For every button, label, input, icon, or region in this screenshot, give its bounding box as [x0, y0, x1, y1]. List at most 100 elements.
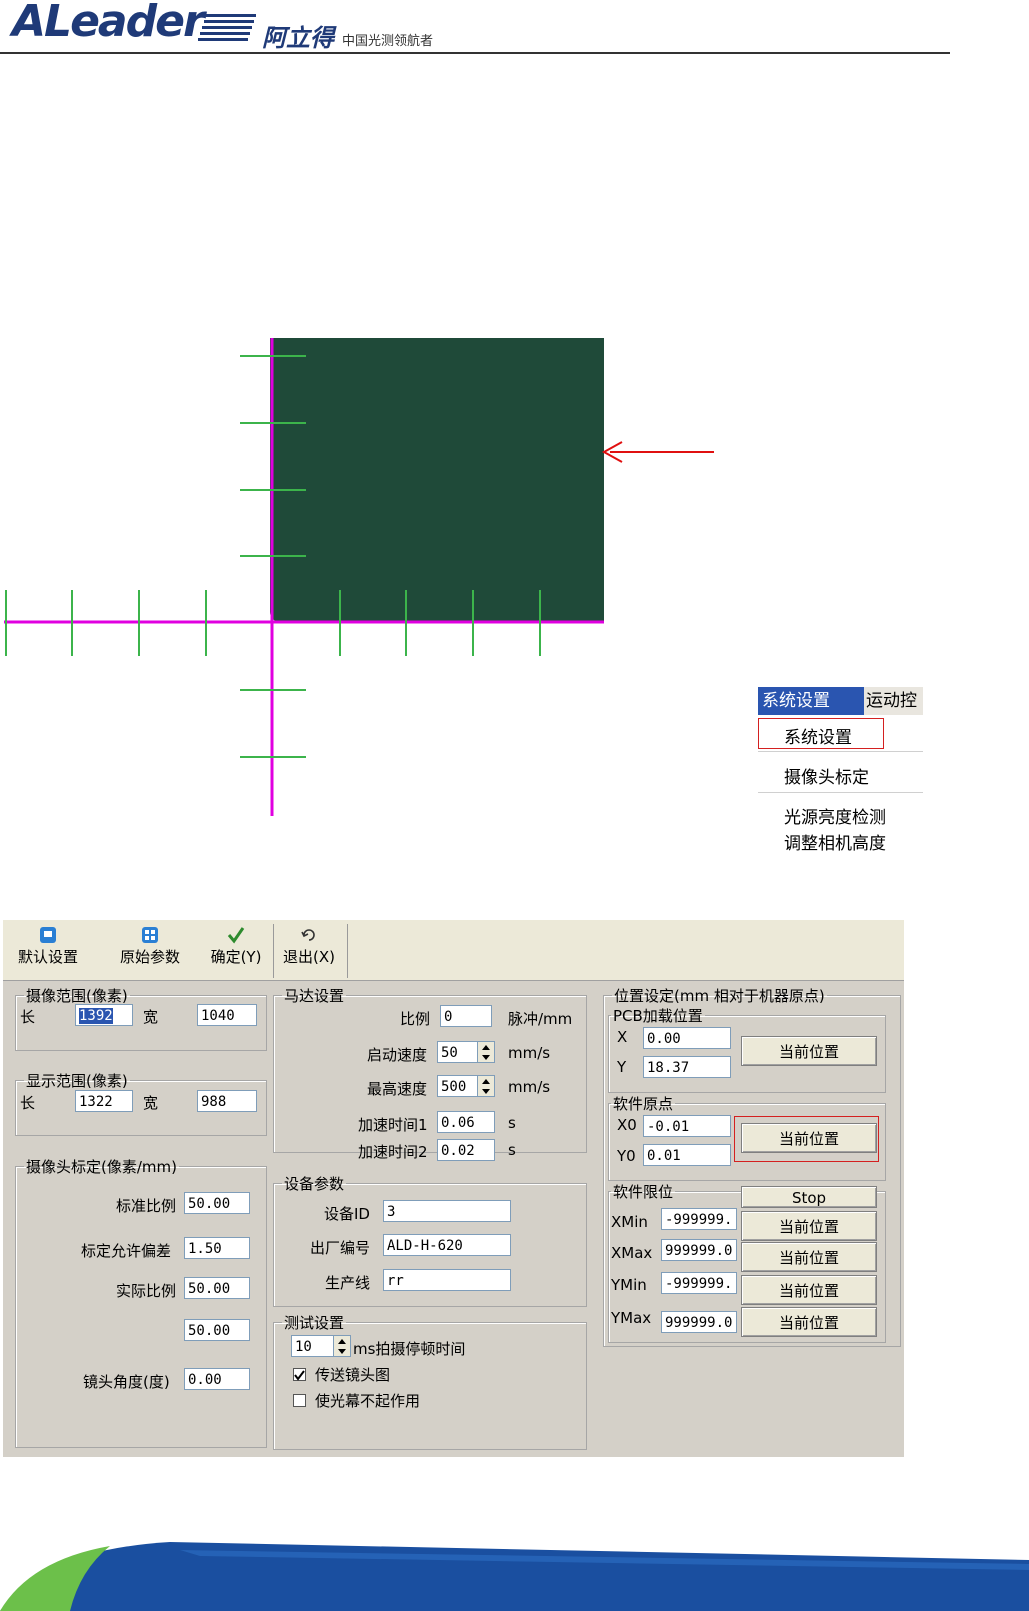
origin-y0-input[interactable]: 0.01	[643, 1144, 731, 1166]
device-title: 设备参数	[284, 1175, 345, 1193]
exit-button[interactable]: 退出(X)	[279, 926, 339, 967]
display-length-label: 长	[20, 1094, 36, 1112]
menu-system-settings[interactable]: 系统设置	[758, 687, 864, 715]
display-length-input[interactable]: 1322	[75, 1090, 133, 1112]
standard-ratio-input[interactable]: 50.00	[184, 1192, 250, 1214]
spin-arrows-icon[interactable]	[333, 1336, 350, 1356]
origin-x0-input[interactable]: -0.01	[643, 1115, 731, 1137]
default-settings-label: 默认设置	[17, 948, 78, 966]
accel1-input[interactable]: 0.06	[437, 1111, 495, 1133]
confirm-label: 确定(Y)	[210, 948, 262, 966]
logo-chinese: 阿立得	[262, 24, 334, 52]
camera-width-input[interactable]: 1040	[197, 1004, 257, 1026]
test-title: 测试设置	[284, 1314, 345, 1332]
start-speed-unit: mm/s	[508, 1044, 551, 1062]
confirm-button[interactable]: 确定(Y)	[206, 926, 266, 967]
accel2-input[interactable]: 0.02	[437, 1139, 495, 1161]
software-limits-title: 软件限位	[613, 1183, 674, 1201]
toolbar-separator	[347, 924, 348, 978]
serial-input[interactable]: ALD-H-620	[383, 1234, 511, 1256]
settings-dialog: 默认设置 原始参数 确定(Y) 退出(X) 摄像范围(像素) 长 1392 宽 …	[3, 920, 904, 1457]
menu-separator	[758, 792, 923, 793]
xmax-current-position-button[interactable]: 当前位置	[741, 1242, 877, 1272]
menu-motion-control[interactable]: 运动控	[866, 687, 923, 715]
stop-button[interactable]: Stop	[741, 1186, 877, 1208]
pause-spinner[interactable]: 10	[291, 1335, 351, 1357]
ymin-input[interactable]: -999999.	[661, 1272, 737, 1294]
pcb-current-position-button[interactable]: 当前位置	[741, 1036, 877, 1066]
exit-label: 退出(X)	[283, 948, 335, 966]
pcb-load-title: PCB加载位置	[613, 1007, 703, 1025]
pcb-y-input[interactable]: 18.37	[643, 1056, 731, 1078]
menu-item-camera-calibration[interactable]: 摄像头标定	[784, 763, 869, 788]
highlight-box	[734, 1116, 879, 1162]
device-id-input[interactable]: 3	[383, 1200, 511, 1222]
pause-value: 10	[295, 1339, 312, 1355]
motor-ratio-unit: 脉冲/mm	[508, 1010, 573, 1028]
send-image-checkbox[interactable]	[293, 1368, 306, 1381]
disable-curtain-checkbox[interactable]	[293, 1394, 306, 1407]
ymax-current-position-button[interactable]: 当前位置	[741, 1307, 877, 1337]
window-icon	[142, 927, 158, 943]
flag-icon	[40, 927, 56, 943]
pcb-y-label: Y	[617, 1058, 627, 1076]
ymin-current-position-button[interactable]: 当前位置	[741, 1275, 877, 1305]
logo-stripes-icon	[198, 14, 256, 41]
display-width-input[interactable]: 988	[197, 1090, 257, 1112]
xmin-label: XMin	[611, 1213, 648, 1231]
default-settings-button[interactable]: 默认设置	[13, 926, 83, 967]
production-line-label: 生产线	[325, 1274, 371, 1292]
pcb-x-input[interactable]: 0.00	[643, 1027, 731, 1049]
motor-title: 马达设置	[284, 987, 345, 1005]
camera-length-value: 1392	[79, 1008, 113, 1024]
xmax-input[interactable]: 999999.0	[661, 1239, 737, 1261]
spin-arrows-icon[interactable]	[477, 1076, 494, 1096]
motor-ratio-label: 比例	[400, 1010, 431, 1028]
lens-angle-label: 镜头角度(度)	[83, 1373, 170, 1391]
menu-item-camera-height[interactable]: 调整相机高度	[784, 829, 886, 854]
device-id-label: 设备ID	[324, 1205, 370, 1223]
max-speed-unit: mm/s	[508, 1078, 551, 1096]
toolbar-separator	[273, 924, 274, 978]
accel1-unit: s	[508, 1114, 516, 1132]
camera-length-input[interactable]: 1392	[75, 1004, 133, 1026]
logo-wordmark: ALeader	[12, 0, 205, 47]
position-title: 位置设定(mm 相对于机器原点)	[614, 987, 825, 1005]
ymin-label: YMin	[611, 1276, 647, 1294]
display-width-label: 宽	[143, 1094, 159, 1112]
max-speed-spinner[interactable]: 500	[437, 1075, 495, 1097]
tolerance-input[interactable]: 1.50	[184, 1237, 250, 1259]
serial-label: 出厂编号	[310, 1239, 371, 1257]
footer-banner	[0, 1542, 1029, 1611]
ratio-extra-input[interactable]: 50.00	[184, 1319, 250, 1341]
start-speed-spinner[interactable]: 50	[437, 1041, 495, 1063]
xmin-current-position-button[interactable]: 当前位置	[741, 1211, 877, 1241]
production-line-input[interactable]: rr	[383, 1269, 511, 1291]
original-params-button[interactable]: 原始参数	[110, 926, 190, 967]
motor-ratio-input[interactable]: 0	[440, 1005, 492, 1027]
spin-arrows-icon[interactable]	[477, 1042, 494, 1062]
axis-overlay	[4, 338, 604, 816]
max-speed-label: 最高速度	[367, 1080, 428, 1098]
pause-label: ms拍摄停顿时间	[353, 1340, 466, 1358]
ymax-input[interactable]: 999999.0	[661, 1311, 737, 1333]
accel2-unit: s	[508, 1141, 516, 1159]
xmin-input[interactable]: -999999.	[661, 1208, 737, 1230]
software-origin-title: 软件原点	[613, 1095, 674, 1113]
actual-ratio-label: 实际比例	[116, 1282, 177, 1300]
display-range-title: 显示范围(像素)	[26, 1072, 128, 1090]
lens-angle-input[interactable]: 0.00	[184, 1368, 250, 1390]
highlight-box	[758, 718, 884, 749]
pointer-arrow-icon	[601, 441, 714, 463]
start-speed-value: 50	[441, 1045, 458, 1061]
camera-length-label: 长	[20, 1008, 36, 1026]
page-header: ALeader 阿立得 中国光测领航者	[0, 0, 950, 54]
menu-item-light-check[interactable]: 光源亮度检测	[784, 803, 886, 828]
actual-ratio-input[interactable]: 50.00	[184, 1277, 250, 1299]
start-speed-label: 启动速度	[367, 1046, 428, 1064]
calibration-title: 摄像头标定(像素/mm)	[26, 1158, 177, 1176]
ymax-label: YMax	[611, 1309, 652, 1327]
original-params-label: 原始参数	[119, 948, 180, 966]
origin-x0-label: X0	[617, 1116, 637, 1134]
undo-icon	[301, 929, 315, 941]
